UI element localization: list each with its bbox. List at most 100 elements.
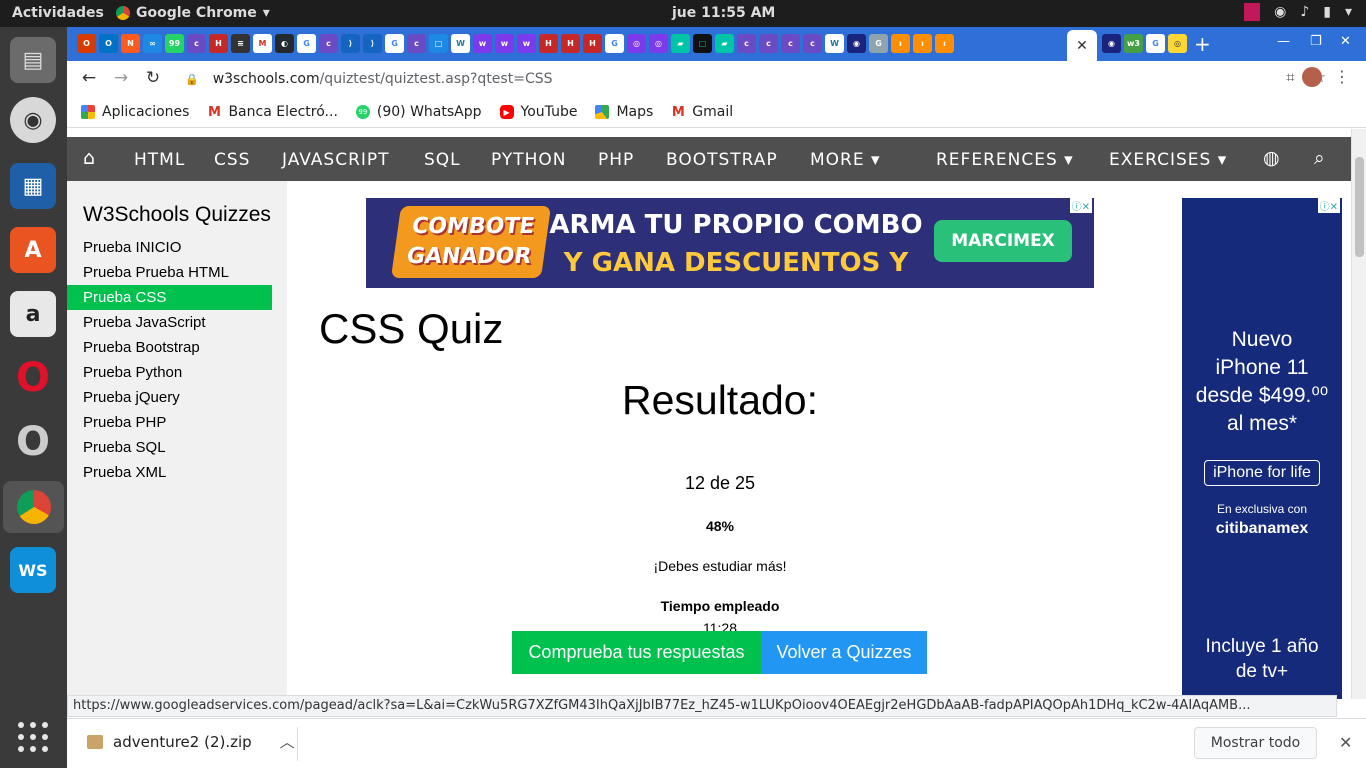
menu-icon[interactable]: ⋮	[1334, 67, 1350, 86]
tab-favicon[interactable]: G	[297, 34, 316, 53]
search-icon[interactable]: ⌕	[1314, 147, 1326, 169]
opera-gx-icon[interactable]: O	[10, 419, 56, 465]
files-icon[interactable]: ▤	[10, 37, 56, 83]
bookmark-whatsapp[interactable]: 99 (90) WhatsApp	[355, 104, 482, 120]
nav-more[interactable]: MORE ▾	[810, 150, 881, 170]
bookmark-youtube[interactable]: ▶ YouTube	[499, 104, 577, 120]
sidebar-item[interactable]: Prueba Bootstrap	[67, 335, 272, 360]
active-tab[interactable]: ✕	[1067, 30, 1097, 61]
tab-favicon[interactable]: c	[781, 34, 800, 53]
tab-favicon[interactable]: ▰	[715, 34, 734, 53]
side-ad[interactable]: ⓘ✕ Nuevo iPhone 11 desde $499.⁰⁰ al mes*…	[1182, 198, 1342, 699]
address-bar[interactable]: 🔒 w3schools.com /quiztest/quiztest.asp?q…	[175, 65, 1355, 93]
tab-favicon[interactable]: H	[561, 34, 580, 53]
tab-favicon[interactable]: N	[121, 34, 140, 53]
tab-favicon[interactable]: ı	[891, 34, 910, 53]
wifi-icon[interactable]: ◉	[1274, 4, 1286, 20]
tab-favicon[interactable]: □	[429, 34, 448, 53]
restore-button[interactable]: ❐	[1310, 34, 1322, 49]
tab-favicon[interactable]: ∞	[143, 34, 162, 53]
check-answers-button[interactable]: Comprueba tus respuestas	[512, 631, 761, 674]
opera-icon[interactable]: O	[10, 355, 56, 401]
show-all-button[interactable]: Mostrar todo	[1194, 727, 1317, 759]
tab-favicon[interactable]: ⟩	[341, 34, 360, 53]
close-icon[interactable]: ✕	[1339, 733, 1352, 752]
forward-button[interactable]: →	[110, 68, 132, 88]
globe-icon[interactable]: ◍	[1263, 147, 1281, 169]
tab-favicon[interactable]: O	[99, 34, 118, 53]
tab-favicon[interactable]: ◎	[649, 34, 668, 53]
tab-favicon[interactable]: ⟩	[363, 34, 382, 53]
back-button[interactable]: ←	[78, 68, 100, 88]
activities-button[interactable]: Actividades	[12, 5, 104, 21]
tab-favicon[interactable]: H	[209, 34, 228, 53]
tab-favicon[interactable]: ◎	[627, 34, 646, 53]
tab-favicon[interactable]: O	[77, 34, 96, 53]
nav-html[interactable]: HTML	[134, 150, 185, 170]
tab-favicon[interactable]: ı	[913, 34, 932, 53]
sidebar-item[interactable]: Prueba XML	[67, 460, 272, 485]
sidebar-item[interactable]: Prueba jQuery	[67, 385, 272, 410]
tab-favicon[interactable]: G	[869, 34, 888, 53]
nav-css[interactable]: CSS	[214, 150, 250, 170]
bookmark-gmail[interactable]: M Gmail	[671, 104, 733, 120]
chrome-dock-icon[interactable]	[3, 481, 64, 533]
chevron-down-icon[interactable]: ▾	[1345, 4, 1352, 20]
reload-button[interactable]: ↻	[142, 68, 164, 88]
close-icon[interactable]: ✕	[1076, 38, 1088, 54]
tab-favicon[interactable]: ◉	[1102, 34, 1121, 53]
app-menu[interactable]: Google Chrome ▾	[116, 5, 270, 21]
chevron-up-icon[interactable]: ︿	[280, 731, 295, 752]
nav-bootstrap[interactable]: BOOTSTRAP	[666, 150, 778, 170]
nav-references[interactable]: REFERENCES ▾	[936, 150, 1074, 170]
page-scrollbar[interactable]	[1351, 129, 1366, 699]
tab-favicon[interactable]: H	[539, 34, 558, 53]
sidebar-item[interactable]: Prueba Prueba HTML	[67, 260, 272, 285]
app-indicator-icon[interactable]	[1244, 3, 1261, 21]
show-apps-button[interactable]	[18, 722, 48, 752]
back-to-quizzes-button[interactable]: Volver a Quizzes	[761, 631, 927, 674]
bookmark-banca[interactable]: M Banca Electró...	[207, 104, 338, 120]
volume-icon[interactable]: ♪	[1300, 4, 1309, 20]
rhythmbox-icon[interactable]: ◉	[10, 97, 56, 143]
tab-favicon[interactable]: G	[385, 34, 404, 53]
libreoffice-impress-icon[interactable]: ▦	[10, 163, 56, 209]
tab-favicon[interactable]: W	[451, 34, 470, 53]
tab-favicon[interactable]: H	[583, 34, 602, 53]
system-tray[interactable]: ◉ ♪ ▮ ▾	[1244, 3, 1352, 21]
lock-icon[interactable]: 🔒	[185, 73, 199, 86]
tab-favicon[interactable]: □	[693, 34, 712, 53]
amazon-icon[interactable]: a	[10, 291, 56, 337]
clock[interactable]: jue 11:55 AM	[672, 5, 775, 21]
sidebar-item[interactable]: Prueba Python	[67, 360, 272, 385]
tab-favicon[interactable]: ı	[935, 34, 954, 53]
new-tab-button[interactable]: +	[1194, 32, 1211, 56]
tab-favicon[interactable]: G	[605, 34, 624, 53]
tab-favicon[interactable]: 99	[165, 34, 184, 53]
tab-favicon[interactable]: w	[517, 34, 536, 53]
nav-sql[interactable]: SQL	[424, 150, 461, 170]
sidebar-item[interactable]: Prueba INICIO	[67, 235, 272, 260]
bookmark-maps[interactable]: Maps	[595, 104, 653, 120]
tab-favicon[interactable]: G	[1146, 34, 1165, 53]
webstorm-icon[interactable]: WS	[10, 547, 56, 593]
download-item[interactable]: adventure2 (2).zip ︿	[87, 731, 295, 752]
tab-favicon[interactable]: ◉	[847, 34, 866, 53]
sidebar-item[interactable]: Prueba JavaScript	[67, 310, 272, 335]
nav-exercises[interactable]: EXERCISES ▾	[1109, 150, 1227, 170]
tab-favicon[interactable]: c	[319, 34, 338, 53]
software-center-icon[interactable]: A	[10, 227, 56, 273]
tab-favicon[interactable]: c	[737, 34, 756, 53]
minimize-button[interactable]: —	[1277, 34, 1290, 49]
tab-favicon[interactable]: c	[187, 34, 206, 53]
tab-favicon[interactable]: c	[407, 34, 426, 53]
tab-favicon[interactable]: ◎	[1168, 34, 1187, 53]
tab-favicon[interactable]: M	[253, 34, 272, 53]
bookmark-apps[interactable]: Aplicaciones	[81, 104, 189, 120]
home-icon[interactable]: ⌂	[83, 147, 96, 169]
tab-favicon[interactable]: w	[495, 34, 514, 53]
profile-avatar[interactable]	[1302, 67, 1322, 87]
tab-favicon[interactable]: ◐	[275, 34, 294, 53]
tab-favicon[interactable]: c	[759, 34, 778, 53]
sidebar-item[interactable]: Prueba PHP	[67, 410, 272, 435]
